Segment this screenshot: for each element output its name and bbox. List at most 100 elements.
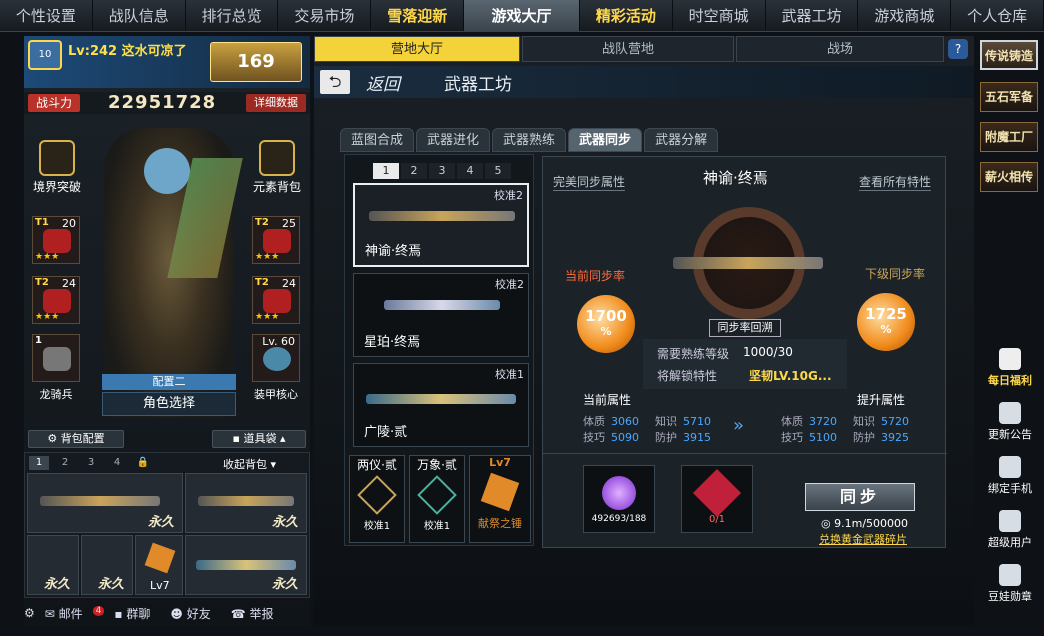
armor-core-slot[interactable]: Lv. 60: [252, 334, 300, 382]
tab-evolution[interactable]: 武器进化: [416, 128, 491, 152]
bag-item-slot-3[interactable]: Lv7: [135, 535, 183, 595]
perfect-sync-attr-link[interactable]: 完美同步属性: [553, 173, 626, 191]
element-bag-button[interactable]: 元素背包: [252, 140, 302, 195]
weapon-card-3[interactable]: 校准1 广陵·贰: [353, 363, 529, 447]
help-button[interactable]: ?: [948, 39, 968, 59]
nav-personal-settings[interactable]: 个性设置: [0, 0, 93, 31]
dragon-rider-icon: [43, 347, 71, 371]
nav-game-shop[interactable]: 游戏商城: [858, 0, 952, 31]
nav-rankings[interactable]: 排行总览: [186, 0, 279, 31]
friends-button[interactable]: ☻ 好友: [170, 605, 220, 622]
cur-attr-1: 体质 3060: [583, 415, 639, 428]
bag-tab-3[interactable]: 3: [81, 456, 101, 470]
tab-battlefield[interactable]: 战场: [736, 36, 944, 62]
next-rate-orb: 1725%: [857, 293, 915, 351]
bag-item-slot-1[interactable]: 永久: [27, 535, 79, 595]
bag-item-slot-2[interactable]: 永久: [81, 535, 133, 595]
sync-button[interactable]: 同步: [805, 483, 915, 511]
detail-data-button[interactable]: 详细数据: [246, 94, 306, 112]
exchange-gold-link[interactable]: 兑换黄金武器碎片: [819, 531, 907, 547]
nav-warehouse[interactable]: 个人仓库: [951, 0, 1044, 31]
medal-icon: [999, 564, 1021, 586]
material-slot-1[interactable]: 492693/188: [583, 465, 655, 533]
bag-config-button[interactable]: ⚙ 背包配置: [28, 430, 124, 448]
super-user-button[interactable]: 超级用户: [978, 510, 1042, 550]
tab-blueprint[interactable]: 蓝图合成: [340, 128, 415, 152]
report-button[interactable]: ☎ 举报: [231, 605, 284, 622]
mail-button[interactable]: ✉ 邮件 4: [45, 605, 105, 622]
fire-inherit-button[interactable]: 薪火相传: [980, 162, 1038, 192]
armor-slot-2[interactable]: T2 25 ★★★: [252, 216, 300, 264]
nav-time-shop[interactable]: 时空商城: [673, 0, 766, 31]
view-all-traits-link[interactable]: 查看所有特性: [858, 173, 931, 191]
player-name: Lv:242 这水可凉了: [68, 44, 187, 59]
nav-team-info[interactable]: 战队信息: [93, 0, 186, 31]
realm-label: 境界突破: [32, 180, 81, 194]
config-label[interactable]: 配置二: [102, 374, 236, 390]
coin-icon: ◎: [821, 517, 831, 530]
rank-badge-icon: 10: [28, 40, 62, 70]
realm-icon: [39, 140, 75, 176]
nav-market[interactable]: 交易市场: [278, 0, 372, 31]
weapon-card-1[interactable]: 校准2 神谕·终焉: [353, 183, 529, 267]
page-tab-5[interactable]: 5: [485, 163, 511, 179]
gun-icon: [196, 560, 296, 570]
tab-sync[interactable]: 武器同步: [568, 128, 643, 152]
armor-slot-1[interactable]: T1 20 ★★★: [32, 216, 80, 264]
bind-phone-button[interactable]: 绑定手机: [978, 456, 1042, 496]
hammer-icon: [480, 472, 520, 512]
gun-icon: [40, 496, 160, 506]
nav-activities[interactable]: 精彩活动: [580, 0, 673, 31]
bag-tab-2[interactable]: 2: [55, 456, 75, 470]
role-select-button[interactable]: 角色选择: [102, 392, 236, 416]
bag-weapon-slot-2[interactable]: 永久: [185, 473, 307, 533]
page-tab-4[interactable]: 4: [457, 163, 483, 179]
weapon-name: 神谕·终焉: [703, 169, 768, 187]
five-stone-button[interactable]: 五石军备: [980, 82, 1038, 112]
realm-break-button[interactable]: 境界突破: [32, 140, 82, 195]
bag-weapon-slot-1[interactable]: 永久: [27, 473, 183, 533]
page-title: 武器工坊: [444, 75, 512, 95]
page-tab-2[interactable]: 2: [401, 163, 427, 179]
tab-team-camp[interactable]: 战队营地: [522, 36, 734, 62]
small-item-1[interactable]: 两仪·贰 校准1: [349, 455, 405, 543]
page-tab-1[interactable]: 1: [373, 163, 399, 179]
nav-game-lobby[interactable]: 游戏大厅: [464, 0, 580, 31]
small-item-3[interactable]: Lv7 献祭之锤: [469, 455, 531, 543]
armor-slot-4[interactable]: T2 24 ★★★: [252, 276, 300, 324]
group-chat-button[interactable]: ▪ 群聊: [114, 605, 160, 622]
medal-button[interactable]: 豆娃勋章: [978, 564, 1042, 604]
rate-rollback-button[interactable]: 同步率回溯: [709, 319, 781, 337]
daily-bonus-button[interactable]: 每日福利: [978, 348, 1042, 388]
tab-proficiency[interactable]: 武器熟练: [492, 128, 567, 152]
material-slot-2[interactable]: 0/1: [681, 465, 753, 533]
divider: [543, 453, 947, 454]
tab-decompose[interactable]: 武器分解: [644, 128, 719, 152]
nav-snow-event[interactable]: 雪落迎新: [371, 0, 465, 31]
dragon-rider-slot[interactable]: 1: [32, 334, 80, 382]
settings-icon[interactable]: ⚙: [24, 606, 35, 620]
lock-icon: 🔒: [136, 457, 150, 468]
back-arrow-icon[interactable]: ⮌: [320, 70, 350, 94]
page-tab-3[interactable]: 3: [429, 163, 455, 179]
bag-tab-4[interactable]: 4: [107, 456, 127, 470]
tool-bag-button[interactable]: ▪ 道具袋 ▴: [212, 430, 306, 448]
enchant-factory-button[interactable]: 附魔工厂: [980, 122, 1038, 152]
collapse-bag-button[interactable]: 收起背包 ▾: [223, 456, 276, 472]
weapon-card-2[interactable]: 校准2 星珀·终焉: [353, 273, 529, 357]
power-value: 22951728: [108, 92, 217, 113]
gun-icon: [366, 394, 516, 404]
military-rank-badge: 169: [210, 42, 302, 82]
bag-tab-1[interactable]: 1: [29, 456, 49, 470]
small-item-2[interactable]: 万象·贰 校准1: [409, 455, 465, 543]
update-notice-button[interactable]: 更新公告: [978, 402, 1042, 442]
legend-forge-button[interactable]: 传说铸造: [980, 40, 1038, 70]
back-button[interactable]: 返回: [366, 70, 400, 95]
weapon-list-panel: 1 2 3 4 5 校准2 神谕·终焉 校准2 星珀·终焉 校准1 广陵·贰 两…: [344, 154, 534, 546]
dragon-rider-label: 龙骑兵: [39, 388, 73, 401]
current-attr-title: 当前属性: [583, 393, 632, 407]
armor-slot-3[interactable]: T2 24 ★★★: [32, 276, 80, 324]
tab-camp-lobby[interactable]: 营地大厅: [314, 36, 520, 62]
bag-weapon-slot-3[interactable]: 永久: [185, 535, 307, 595]
nav-weapon-workshop[interactable]: 武器工坊: [766, 0, 859, 31]
